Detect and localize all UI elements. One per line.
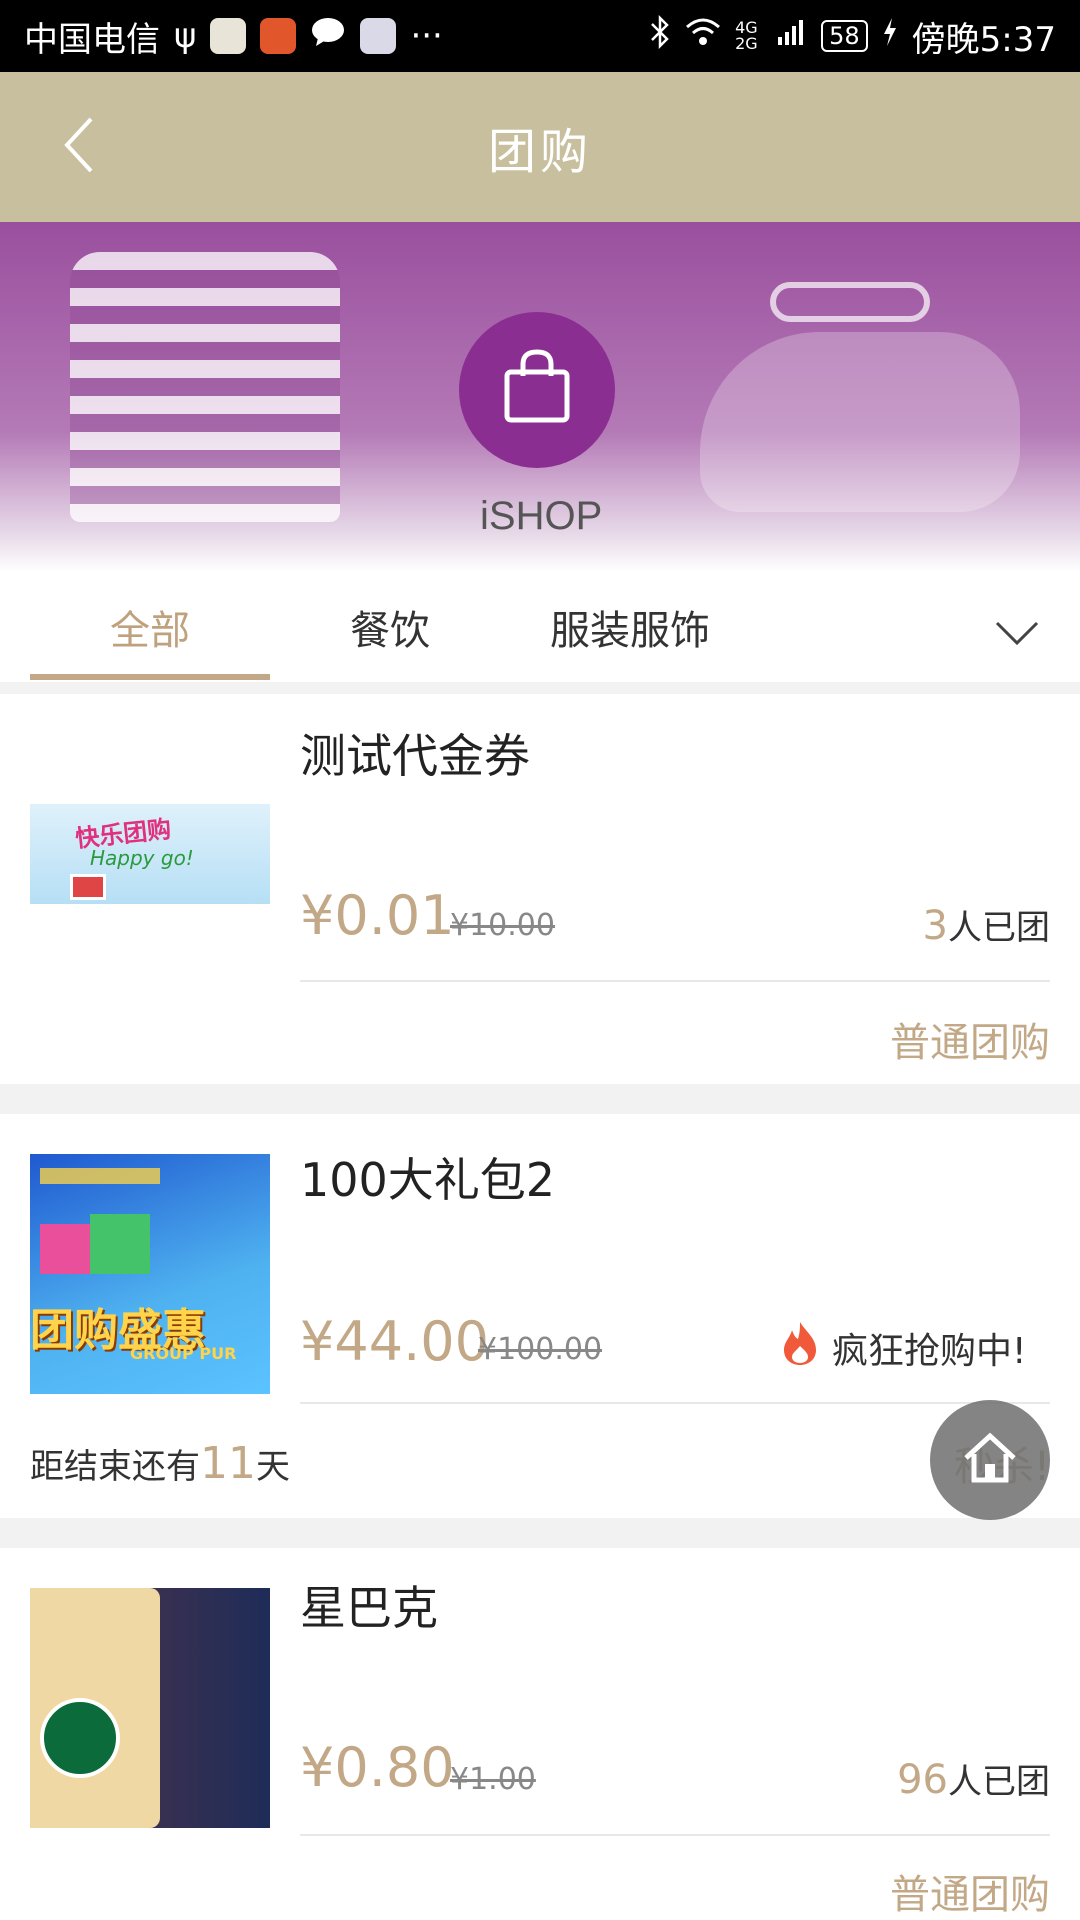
home-button[interactable] — [930, 1400, 1050, 1520]
status-bar: 中国电信 ψ ··· 4G 2G 58 傍晚5:37 — [0, 0, 1080, 72]
hot-sale-badge: 疯狂抢购中! — [780, 1320, 1026, 1375]
baidu-app-icon — [210, 18, 247, 54]
carrier-label: 中国电信 — [24, 19, 160, 60]
chevron-left-icon — [59, 115, 99, 179]
gift-box-image-2 — [90, 1214, 150, 1274]
starbucks-logo-icon — [40, 1698, 120, 1778]
product-image: 团购盛惠 GROUP PUR — [30, 1154, 270, 1394]
group-type: 普通团购 — [890, 1020, 1050, 1066]
back-button[interactable] — [44, 112, 114, 182]
chat-icon — [310, 16, 346, 57]
thumb-ribbon — [40, 1168, 160, 1184]
shopping-bag-icon — [499, 348, 575, 432]
battery-level: 58 — [821, 20, 868, 52]
tabs-divider — [0, 682, 940, 694]
usb-icon: ψ — [174, 16, 197, 56]
wifi-icon — [685, 16, 721, 56]
bluetooth-icon — [649, 14, 671, 58]
product-card-2[interactable]: 团购盛惠 GROUP PUR 100大礼包2 ¥44.00 ¥100.00 疯狂… — [0, 1114, 1080, 1518]
category-tabs: 全部 餐饮 服装服饰 — [0, 572, 1080, 682]
countdown: 距结束还有11天 — [30, 1438, 290, 1489]
product-name: 测试代金券 — [300, 729, 530, 783]
clock: 傍晚5:37 — [911, 19, 1056, 60]
chevron-down-icon — [994, 621, 1040, 652]
home-icon — [960, 1430, 1020, 1490]
joined-number: 96 — [897, 1757, 948, 1803]
countdown-prefix: 距结束还有 — [30, 1447, 200, 1487]
original-price: ¥100.00 — [478, 1332, 603, 1367]
group-type: 普通团购 — [890, 1872, 1050, 1918]
joined-suffix: 人已团 — [948, 908, 1050, 948]
expand-categories-button[interactable] — [994, 618, 1054, 658]
product-image — [30, 1588, 270, 1828]
tab-dining[interactable]: 餐饮 — [300, 572, 480, 682]
status-right: 4G 2G 58 傍晚5:37 — [649, 12, 1056, 61]
joined-number: 3 — [922, 903, 948, 949]
charging-icon — [882, 16, 898, 56]
gift-image — [70, 874, 106, 900]
joined-count: 96人已团 — [897, 1754, 1050, 1803]
shoe-image — [700, 332, 1020, 512]
flame-icon — [780, 1320, 820, 1375]
product-image: 快乐团购 Happy go! — [30, 734, 270, 974]
product-card-1[interactable]: 快乐团购 Happy go! 测试代金券 ¥0.01 ¥10.00 3人已团 普… — [0, 694, 1080, 1084]
product-price: ¥0.01 — [300, 884, 455, 947]
banner: iSHOP — [0, 222, 1080, 572]
title-bar: 团购 — [0, 72, 1080, 222]
glasses-image — [770, 282, 930, 322]
original-price: ¥10.00 — [450, 908, 555, 943]
signal-icon — [777, 16, 807, 56]
joined-suffix: 人已团 — [948, 1762, 1050, 1802]
shirt-image — [70, 252, 340, 522]
network-type: 4G 2G — [735, 18, 758, 53]
thumb-subtitle: Happy go! — [90, 846, 194, 870]
brand-name: iSHOP — [480, 494, 603, 538]
divider — [300, 1402, 1050, 1404]
page-title: 团购 — [487, 124, 592, 180]
product-price: ¥44.00 — [300, 1310, 489, 1373]
product-name: 星巴克 — [300, 1581, 438, 1635]
product-name: 100大礼包2 — [300, 1153, 556, 1207]
tab-all[interactable]: 全部 — [30, 572, 270, 682]
status-left: 中国电信 ψ ··· — [24, 12, 443, 61]
tab-apparel[interactable]: 服装服饰 — [520, 572, 740, 682]
product-price: ¥0.80 — [300, 1736, 455, 1799]
original-price: ¥1.00 — [450, 1762, 536, 1797]
divider — [300, 1834, 1050, 1836]
hot-sale-label: 疯狂抢购中! — [832, 1330, 1027, 1372]
countdown-days: 11 — [200, 1438, 256, 1489]
play-app-icon — [360, 18, 397, 54]
shop-logo — [459, 312, 615, 468]
happy-go-image: 快乐团购 Happy go! — [30, 804, 270, 904]
joined-count: 3人已团 — [923, 900, 1050, 949]
video-app-icon — [260, 18, 297, 54]
countdown-suffix: 天 — [256, 1447, 290, 1487]
more-notifications: ··· — [410, 16, 443, 56]
active-tab-indicator — [30, 674, 270, 680]
divider — [300, 980, 1050, 982]
thumb-subtitle: GROUP PUR — [130, 1344, 237, 1363]
product-card-3[interactable]: 星巴克 ¥0.80 ¥1.00 96人已团 普通团购 — [0, 1548, 1080, 1920]
